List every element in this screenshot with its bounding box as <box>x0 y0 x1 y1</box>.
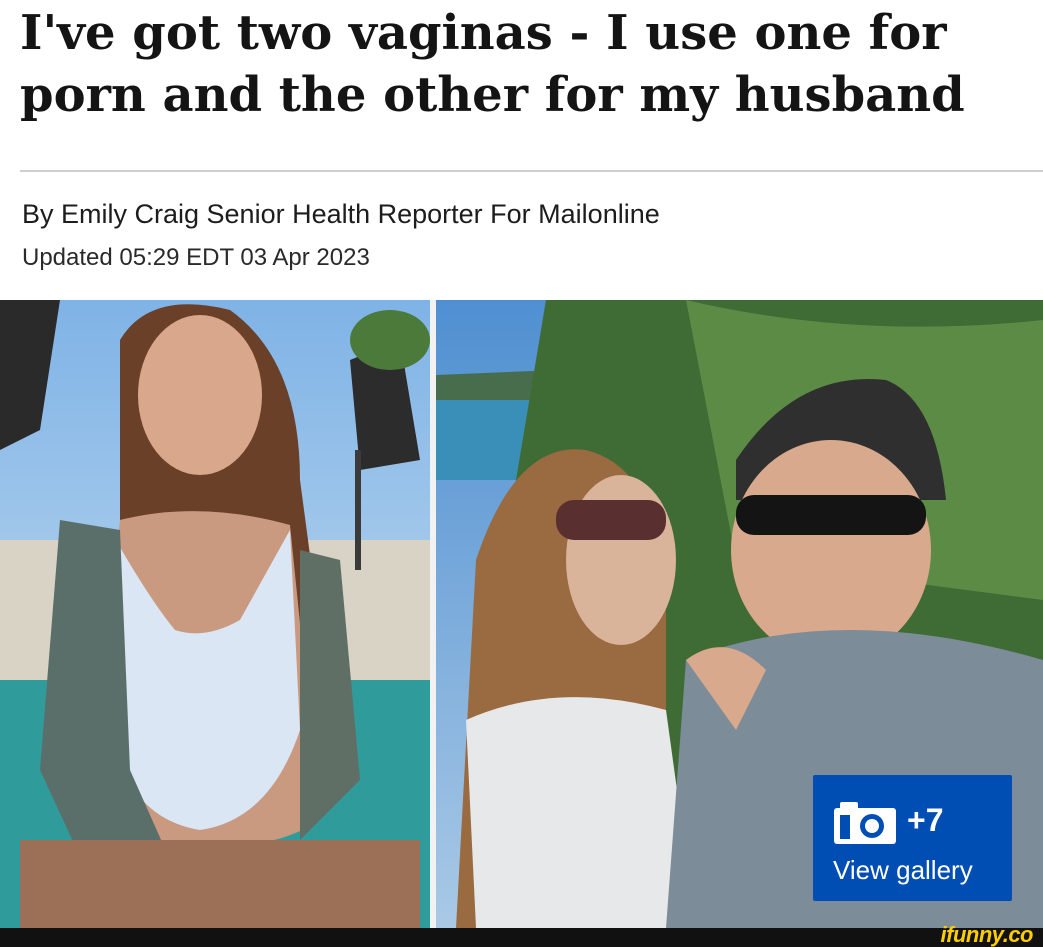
view-gallery-button[interactable]: +7 View gallery <box>813 775 1012 901</box>
photo-woman-beach <box>0 300 430 928</box>
camera-icon <box>834 802 896 844</box>
ifunny-watermark-logo: ifunny.co <box>940 922 1034 947</box>
view-gallery-label: View gallery <box>833 855 973 885</box>
watermark-bar <box>0 928 1043 947</box>
headline-divider <box>20 170 1043 172</box>
gallery-photo-count: +7 <box>907 802 944 838</box>
article-headline: I've got two vaginas - I use one for por… <box>20 5 965 123</box>
article-byline[interactable]: By Emily Craig Senior Health Reporter Fo… <box>22 199 660 230</box>
article-updated-timestamp: Updated 05:29 EDT 03 Apr 2023 <box>22 244 370 271</box>
